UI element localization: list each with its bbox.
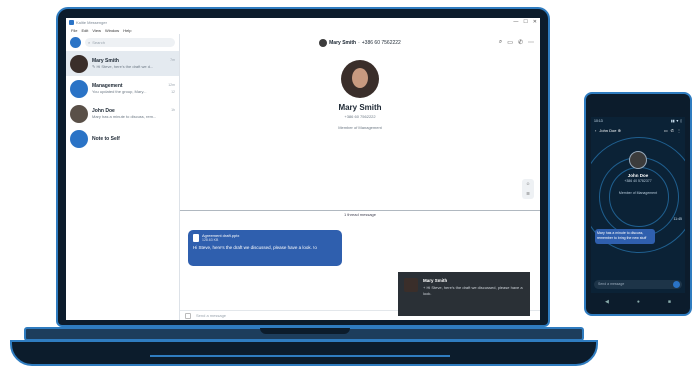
profile-name: Mary Smith <box>338 103 382 112</box>
menu-icon[interactable]: ☰ <box>522 189 534 199</box>
notification-toast[interactable]: Mary Smith + Hi Steve, here's the draft … <box>398 272 530 316</box>
video-call-icon[interactable]: ▭ <box>664 128 668 133</box>
nav-recent-icon[interactable]: ■ <box>668 299 671 305</box>
laptop-foot <box>10 340 598 366</box>
phone-status-bar: 10:13 ▮▮ ▼ ▯ <box>591 117 685 125</box>
profile-avatar <box>341 60 379 98</box>
file-attachment[interactable]: Agreement draft.pptx 128.63 KB <box>193 233 337 242</box>
chat-time: 7m <box>170 58 175 62</box>
nav-home-icon[interactable]: ● <box>637 299 640 305</box>
phone-nav-bar: ◀ ● ■ <box>591 296 685 308</box>
conversation-header[interactable]: Mary Smith · +386 60 7562222 ⌕ ▭ ✆ ⋯ <box>180 34 540 52</box>
chat-item-mary-smith[interactable]: Mary Smith ✎ Hi Steve, here's the draft … <box>66 51 179 76</box>
menu-file[interactable]: File <box>71 28 77 33</box>
chat-meta: 12m 12 <box>168 82 175 96</box>
chat-item-note-to-self[interactable]: Note to Self <box>66 126 179 151</box>
search-placeholder: Search <box>92 40 105 45</box>
profile-role: Member of Management <box>338 125 382 130</box>
chat-time: 12m <box>168 83 175 87</box>
laptop-foot-line <box>150 355 450 357</box>
search-icon[interactable]: ⌕ <box>499 39 502 46</box>
chat-preview: ✎ Hi Steve, here's the draft we d... <box>92 64 154 69</box>
avatar <box>70 104 88 123</box>
unread-badge: 12 <box>171 90 175 94</box>
phone-screen: 10:13 ▮▮ ▼ ▯ ‹ John Doe ⊕ ▭ ✆ ⋮ John Doe… <box>591 117 685 293</box>
avatar <box>70 54 88 73</box>
phone-chat-header: ‹ John Doe ⊕ ▭ ✆ ⋮ <box>591 125 685 135</box>
phone-header-name[interactable]: John Doe ⊕ <box>599 128 621 133</box>
phone-profile-role: Member of Management <box>618 191 658 195</box>
avatar <box>404 278 418 292</box>
laptop-notch <box>260 328 350 334</box>
close-button[interactable]: ✕ <box>533 19 537 25</box>
minimize-button[interactable]: — <box>513 19 518 25</box>
phone-profile-phone: +386 40 5782377 <box>624 179 652 183</box>
phone-profile-avatar <box>629 151 647 169</box>
app-logo-icon <box>69 19 74 25</box>
header-name: Mary Smith <box>329 40 357 46</box>
phone-message-bubble[interactable]: Mary has a minute to discuss, remember t… <box>595 229 655 244</box>
menu-edit[interactable]: Edit <box>81 28 88 33</box>
phone-message-input[interactable]: Send a message <box>594 280 682 289</box>
file-icon <box>193 233 199 242</box>
phone-call-icon[interactable]: ✆ <box>671 128 674 133</box>
nav-back-icon[interactable]: ◀ <box>605 299 609 305</box>
chat-item-management[interactable]: Management You updated the group, Mary..… <box>66 76 179 101</box>
maximize-button[interactable]: ☐ <box>523 19 527 25</box>
more-icon[interactable]: ⋯ <box>528 39 534 46</box>
menu-view[interactable]: View <box>92 28 101 33</box>
thread-divider <box>180 210 540 211</box>
profile-phone: +386 60 7562222 <box>344 114 376 119</box>
phone-message-time: 11:45 <box>673 217 683 221</box>
phone-profile-name: John Doe <box>627 173 649 178</box>
reaction-icon[interactable]: ☺ <box>522 179 534 189</box>
contact-profile: Mary Smith +386 60 7562222 Member of Man… <box>180 60 540 130</box>
video-call-icon[interactable]: ▭ <box>507 39 513 46</box>
toast-text: + Hi Steve, here's the draft we discusse… <box>423 285 523 296</box>
attach-icon[interactable] <box>185 312 191 319</box>
title-bar: Kalite Messenger — ☐ ✕ <box>66 18 540 26</box>
window-title: Kalite Messenger <box>76 19 107 25</box>
laptop-screen: Kalite Messenger — ☐ ✕ File Edit View Wi… <box>66 18 540 320</box>
search-icon: ⌕ <box>88 40 91 45</box>
send-icon[interactable] <box>673 281 680 288</box>
phone-call-icon[interactable]: ✆ <box>518 39 523 46</box>
window-controls: — ☐ ✕ <box>513 19 537 25</box>
menu-help[interactable]: Help <box>123 28 131 33</box>
more-icon[interactable]: ⋮ <box>677 128 681 133</box>
toast-name: Mary Smith <box>423 278 448 283</box>
chat-item-john-doe[interactable]: John Doe Mary has a minute to discuss, r… <box>66 101 179 126</box>
user-avatar[interactable] <box>70 37 81 48</box>
header-phone: +386 60 7562222 <box>361 40 401 46</box>
sidebar-top: ⌕ Search <box>66 34 179 51</box>
status-time: 10:13 <box>594 119 603 123</box>
file-size: 128.63 KB <box>202 238 219 242</box>
chat-name: Note to Self <box>92 135 120 142</box>
side-actions[interactable]: ☺ ☰ <box>522 179 534 199</box>
header-actions: ⌕ ▭ ✆ ⋯ <box>499 39 534 46</box>
message-text: Hi Steve, here's the draft we discussed,… <box>193 245 317 250</box>
search-input[interactable]: ⌕ Search <box>85 38 175 47</box>
chat-time: 1h <box>171 108 175 112</box>
note-icon <box>70 129 88 148</box>
avatar <box>319 39 328 47</box>
message-input[interactable]: Send a message <box>196 313 226 318</box>
thread-label: 1 thread message <box>343 212 377 217</box>
chat-preview: You updated the group, Mary... <box>92 89 147 94</box>
message-bubble[interactable]: Agreement draft.pptx 128.63 KB Hi Steve,… <box>188 230 342 266</box>
status-icons: ▮▮ ▼ ▯ <box>670 119 682 123</box>
chat-preview: Mary has a minute to discuss, rem... <box>92 114 157 119</box>
back-icon[interactable]: ‹ <box>595 128 596 133</box>
sidebar: ⌕ Search Mary Smith ✎ Hi Steve, here's t… <box>66 34 180 320</box>
menu-bar: File Edit View Window Help <box>66 26 540 34</box>
group-icon <box>70 79 88 98</box>
menu-window[interactable]: Window <box>105 28 119 33</box>
